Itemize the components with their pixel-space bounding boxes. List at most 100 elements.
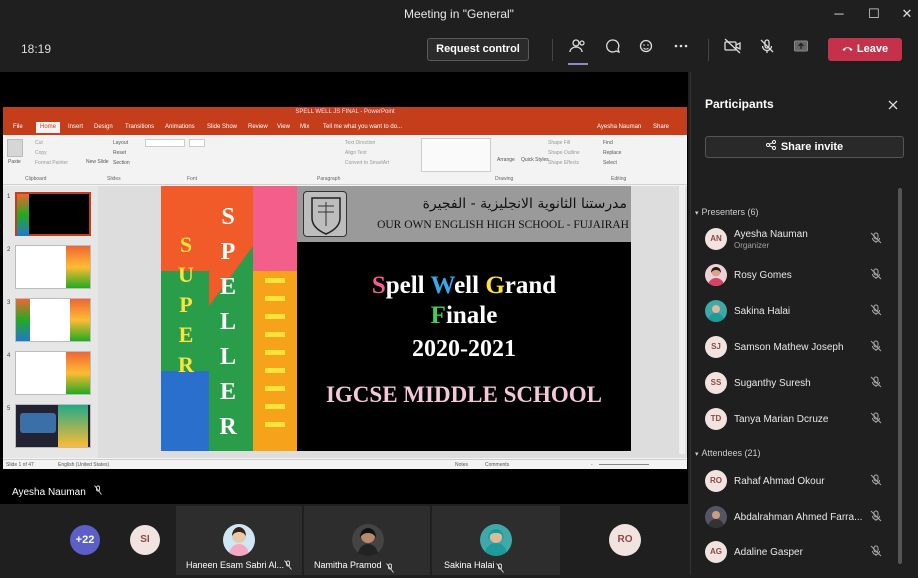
- convert-smartart-button[interactable]: Convert to SmartArt: [345, 160, 389, 166]
- ppt-share-button[interactable]: Share: [653, 124, 669, 130]
- mic-off-icon: [869, 340, 883, 354]
- participant-row[interactable]: TD Tanya Marian Dcruze: [705, 405, 905, 435]
- arrange-button[interactable]: Arrange: [497, 157, 515, 163]
- font-name-box[interactable]: [145, 139, 185, 147]
- speller-vertical-word: S P E L L E R: [217, 200, 239, 445]
- ppt-tab-slideshow[interactable]: Slide Show: [207, 124, 237, 130]
- notes-button[interactable]: Notes: [455, 462, 468, 468]
- ppt-tab-file[interactable]: File: [13, 124, 23, 130]
- ppt-scrollbar[interactable]: [679, 186, 685, 454]
- participant-row[interactable]: SS Suganthy Suresh: [705, 369, 905, 399]
- letter: S: [221, 204, 235, 230]
- participant-row[interactable]: Rosy Gomes: [705, 261, 905, 291]
- chat-icon[interactable]: [601, 38, 625, 62]
- video-tile[interactable]: Haneen Esam Sabri Al...: [176, 506, 302, 575]
- avatar: SS: [705, 372, 727, 394]
- current-slide[interactable]: S U P E R S P E L L E R مدرستنا الثانوية…: [161, 186, 631, 451]
- presenter-name-label: Ayesha Nauman: [12, 485, 102, 498]
- ppt-tell-me[interactable]: Tell me what you want to do...: [323, 124, 402, 130]
- slide-thumbnail[interactable]: [15, 192, 91, 236]
- ppt-tab-design[interactable]: Design: [94, 124, 113, 130]
- slide-thumbnail[interactable]: [15, 404, 91, 448]
- quick-styles-button[interactable]: Quick Styles: [521, 157, 549, 163]
- participant-row[interactable]: Abdalrahman Ahmed Farra...: [705, 503, 905, 533]
- slide-thumbnail[interactable]: [15, 245, 91, 289]
- request-control-button[interactable]: Request control: [427, 38, 529, 61]
- group-slides: Slides: [107, 176, 121, 182]
- video-tile[interactable]: Namitha Pramod: [304, 506, 430, 575]
- participant-row[interactable]: AN Ayesha Nauman Organizer: [705, 225, 905, 255]
- participant-row[interactable]: AG Adaline Gasper: [705, 538, 905, 568]
- ppt-tab-animations[interactable]: Animations: [165, 124, 195, 130]
- font-size-box[interactable]: [189, 139, 205, 147]
- more-participants-button[interactable]: +22: [70, 525, 100, 555]
- close-window-button[interactable]: ✕: [896, 4, 918, 24]
- text-direction-button[interactable]: Text Direction: [345, 140, 375, 146]
- leave-button[interactable]: Leave: [828, 38, 902, 61]
- participant-row[interactable]: RO Rahaf Ahmad Okour: [705, 467, 905, 497]
- camera-off-icon[interactable]: [721, 38, 745, 62]
- new-slide-button[interactable]: New Slide: [86, 159, 109, 165]
- paste-button[interactable]: Paste: [8, 159, 21, 165]
- select-button[interactable]: Select: [603, 160, 617, 166]
- slide-thumbnail[interactable]: [15, 351, 91, 395]
- find-button[interactable]: Find: [603, 140, 613, 146]
- shapes-gallery[interactable]: [421, 138, 491, 172]
- shape-fill-button[interactable]: Shape Fill: [548, 140, 570, 146]
- mic-off-icon: [869, 510, 883, 524]
- more-options-icon[interactable]: [669, 38, 693, 62]
- slide-editing-canvas[interactable]: S U P E R S P E L L E R مدرستنا الثانوية…: [98, 186, 687, 458]
- participant-avatar[interactable]: SI: [130, 525, 160, 555]
- participant-avatar[interactable]: RO: [609, 524, 641, 556]
- mic-off-icon: [496, 560, 504, 578]
- layout-button[interactable]: Layout: [113, 140, 128, 146]
- meeting-timer: 18:19: [21, 42, 52, 56]
- section-button[interactable]: Section: [113, 160, 130, 166]
- participant-row[interactable]: Sakina Halai: [705, 297, 905, 327]
- format-painter-button[interactable]: Format Painter: [35, 160, 68, 166]
- presenters-section-header[interactable]: ▾ Presenters (6): [695, 207, 759, 217]
- align-text-button[interactable]: Align Text: [345, 150, 367, 156]
- maximize-button[interactable]: ☐: [863, 4, 885, 24]
- mic-off-icon[interactable]: [755, 38, 779, 62]
- participant-role: Organizer: [734, 241, 770, 250]
- cut-button[interactable]: Cut: [35, 140, 43, 146]
- participants-icon[interactable]: [566, 38, 590, 62]
- video-tile[interactable]: Sakina Halai: [432, 506, 560, 575]
- tile-name: Haneen Esam Sabri Al...: [186, 560, 285, 570]
- panel-scrollbar[interactable]: [898, 188, 902, 564]
- shape-effects-button[interactable]: Shape Effects: [548, 160, 579, 166]
- comments-button[interactable]: Comments: [485, 462, 509, 468]
- ppt-tab-home[interactable]: Home: [36, 122, 61, 133]
- ppt-tab-view[interactable]: View: [277, 124, 290, 130]
- letter: U: [178, 262, 194, 287]
- share-invite-button[interactable]: Share invite: [705, 136, 904, 158]
- participant-row[interactable]: SJ Samson Mathew Joseph: [705, 333, 905, 363]
- shape-outline-button[interactable]: Shape Outline: [548, 150, 580, 156]
- meeting-toolbar: 18:19 Request control Leave: [0, 28, 918, 72]
- share-tray-icon[interactable]: [789, 38, 813, 62]
- reactions-icon[interactable]: [635, 38, 659, 62]
- close-icon[interactable]: [886, 98, 900, 112]
- replace-button[interactable]: Replace: [603, 150, 621, 156]
- ppt-tab-review[interactable]: Review: [248, 124, 268, 130]
- slide-count: Slide 1 of 47: [6, 462, 34, 468]
- thumb-number: 1: [7, 194, 11, 200]
- zoom-slider[interactable]: [599, 464, 649, 465]
- paste-icon[interactable]: [7, 139, 23, 157]
- ppt-tab-mix[interactable]: Mix: [300, 124, 309, 130]
- ppt-tab-transitions[interactable]: Transitions: [125, 124, 154, 130]
- shared-powerpoint-window[interactable]: SPELL WELL JS FINAL - PowerPoint File Ho…: [3, 107, 687, 469]
- ppt-tab-insert[interactable]: Insert: [68, 124, 83, 130]
- ppt-status-bar: Slide 1 of 47 English (United States) No…: [3, 459, 687, 469]
- minimize-button[interactable]: ─: [828, 4, 850, 24]
- slide-thumbnail-pane: 1 2 3 4 5: [3, 186, 98, 458]
- thumb-number: 4: [7, 353, 11, 359]
- avatar: [705, 300, 727, 322]
- zoom-out-button[interactable]: -: [591, 462, 593, 468]
- slide-thumbnail[interactable]: [15, 298, 91, 342]
- avatar: [705, 264, 727, 286]
- reset-button[interactable]: Reset: [113, 150, 126, 156]
- copy-button[interactable]: Copy: [35, 150, 47, 156]
- attendees-section-header[interactable]: ▾ Attendees (21): [695, 448, 761, 458]
